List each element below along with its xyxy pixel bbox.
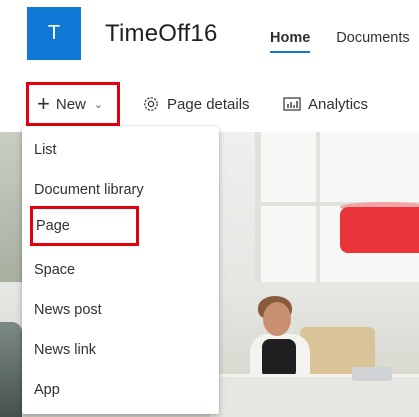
site-logo[interactable]: T (27, 7, 81, 60)
menu-item-space[interactable]: Space (22, 250, 219, 290)
lamp-graphic (340, 207, 419, 253)
menu-item-news-link[interactable]: News link (22, 330, 219, 370)
plus-icon: + (37, 91, 50, 116)
gear-icon (144, 97, 158, 111)
site-logo-letter: T (47, 22, 61, 44)
analytics-icon (283, 97, 301, 111)
page-details-button[interactable]: Page details (142, 82, 250, 126)
menu-item-document-library[interactable]: Document library (22, 170, 219, 210)
nav-item-documents[interactable]: Documents (336, 30, 409, 53)
new-button-label: New (55, 95, 86, 113)
analytics-label: Analytics (308, 95, 369, 113)
site-title[interactable]: TimeOff16 (105, 20, 218, 48)
new-dropdown-menu: List Document library Page Space News po… (22, 126, 219, 414)
menu-item-list[interactable]: List (22, 130, 219, 170)
menu-item-page[interactable]: Page (30, 206, 139, 246)
analytics-button[interactable]: Analytics (283, 82, 368, 126)
nav-item-home[interactable]: Home (270, 30, 311, 53)
page-details-label: Page details (167, 95, 250, 113)
site-navigation: Home Documents (270, 30, 410, 53)
menu-item-app[interactable]: App (22, 370, 219, 410)
new-button[interactable]: + New ⌄ (26, 82, 120, 126)
menu-item-news-post[interactable]: News post (22, 290, 219, 330)
command-bar: + New ⌄ Page details Analytics (0, 82, 419, 126)
chevron-down-icon: ⌄ (93, 98, 104, 111)
person-graphic (263, 302, 291, 336)
